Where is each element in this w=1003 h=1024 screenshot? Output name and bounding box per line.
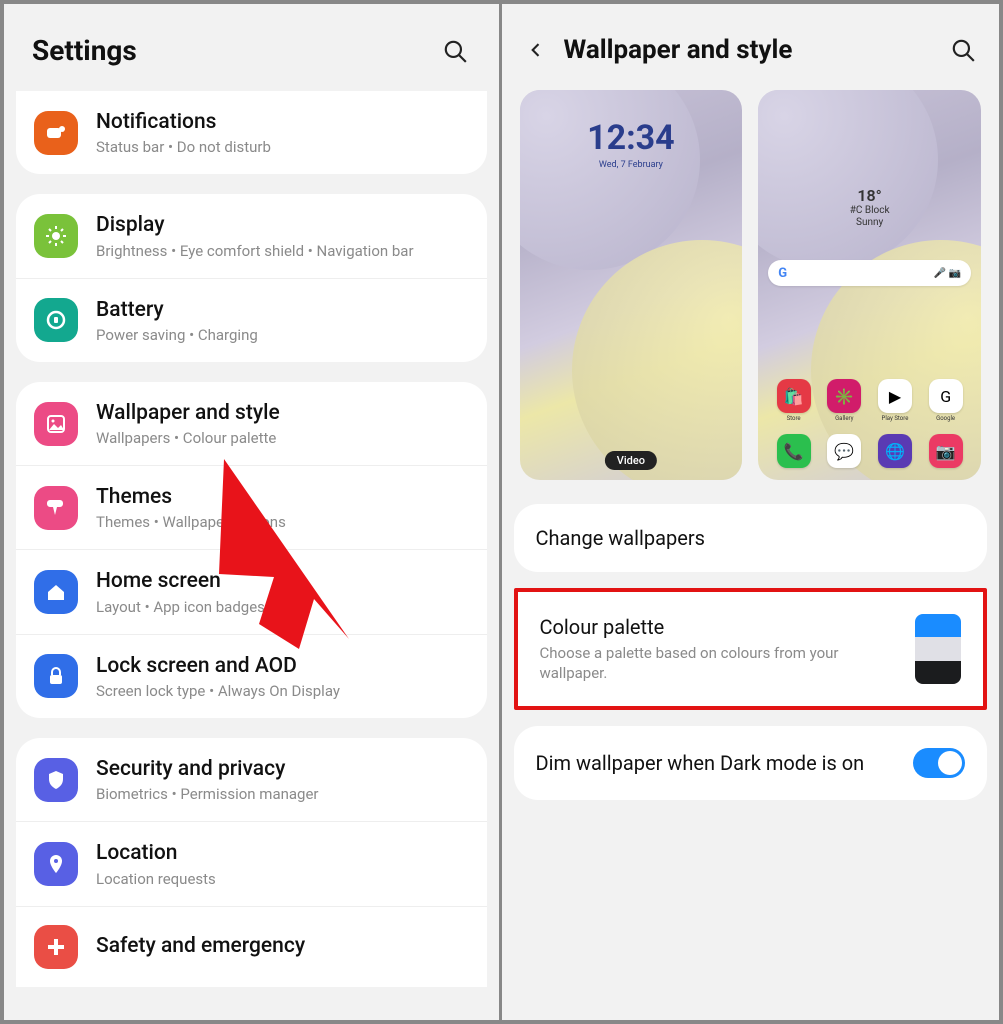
- search-button[interactable]: [947, 34, 979, 66]
- lock-icon: [34, 654, 78, 698]
- wallpaper-previews: 12:34 Wed, 7 February Video 18° #C Block…: [502, 90, 1000, 504]
- back-button[interactable]: [522, 36, 550, 64]
- option-title: Change wallpapers: [536, 526, 966, 550]
- lock-time: 12:34: [520, 118, 743, 158]
- page-title: Wallpaper and style: [564, 35, 934, 65]
- settings-row-location[interactable]: Location Location requests: [16, 821, 487, 905]
- row-title: Themes: [96, 484, 286, 511]
- lock-screen-preview[interactable]: 12:34 Wed, 7 February Video: [520, 90, 743, 480]
- settings-row-home[interactable]: Home screen Layout • App icon badges: [16, 549, 487, 633]
- row-title: Display: [96, 212, 414, 239]
- search-icon: [950, 37, 976, 63]
- settings-title: Settings: [32, 34, 137, 67]
- shield-icon: [34, 758, 78, 802]
- chevron-left-icon: [526, 40, 546, 60]
- app-icon: 🌐: [878, 434, 912, 468]
- row-title: Battery: [96, 297, 258, 324]
- battery-icon: [34, 298, 78, 342]
- settings-row-display[interactable]: Display Brightness • Eye comfort shield …: [16, 194, 487, 277]
- video-label: Video: [605, 451, 657, 470]
- row-subtitle: Power saving • Charging: [96, 326, 258, 344]
- row-subtitle: Wallpapers • Colour palette: [96, 429, 280, 447]
- dim-wallpaper-option[interactable]: Dim wallpaper when Dark mode is on: [514, 726, 988, 800]
- weather-widget: 18° #C Block Sunny: [850, 186, 890, 229]
- row-subtitle: Brightness • Eye comfort shield • Naviga…: [96, 242, 414, 260]
- row-title: Safety and emergency: [96, 933, 305, 960]
- app-icon: 💬: [827, 434, 861, 468]
- google-logo-icon: G: [778, 266, 787, 281]
- wallpaper-icon: [34, 402, 78, 446]
- settings-row-lock[interactable]: Lock screen and AOD Screen lock type • A…: [16, 634, 487, 718]
- home-icon: [34, 570, 78, 614]
- app-icon: 📷: [929, 434, 963, 468]
- settings-group: Wallpaper and style Wallpapers • Colour …: [16, 382, 487, 718]
- search-button[interactable]: [439, 35, 471, 67]
- google-search-bar: G 🎤 📷: [768, 260, 971, 286]
- palette-swatch-icon: [915, 614, 961, 684]
- app-icon: 📞: [777, 434, 811, 468]
- row-subtitle: Layout • App icon badges: [96, 598, 265, 616]
- display-icon: [34, 214, 78, 258]
- search-icon: [442, 38, 468, 64]
- settings-group: Notifications Status bar • Do not distur…: [16, 91, 487, 174]
- change-wallpapers-option[interactable]: Change wallpapers: [514, 504, 988, 572]
- safety-icon: [34, 925, 78, 969]
- settings-row-wallpaper[interactable]: Wallpaper and style Wallpapers • Colour …: [16, 382, 487, 465]
- app-icon: G: [929, 379, 963, 413]
- dim-toggle[interactable]: [913, 748, 965, 778]
- row-title: Notifications: [96, 109, 271, 136]
- row-title: Security and privacy: [96, 756, 319, 783]
- row-subtitle: Screen lock type • Always On Display: [96, 682, 340, 700]
- themes-icon: [34, 486, 78, 530]
- lock-date: Wed, 7 February: [520, 160, 743, 170]
- row-subtitle: Status bar • Do not disturb: [96, 138, 271, 156]
- row-subtitle: Biometrics • Permission manager: [96, 785, 319, 803]
- row-subtitle: Themes • Wallpapers • Icons: [96, 513, 286, 531]
- row-title: Location: [96, 840, 216, 867]
- wallpaper-options: Change wallpapers Colour palette Choose …: [502, 504, 1000, 800]
- option-subtitle: Choose a palette based on colours from y…: [540, 643, 902, 684]
- wallpaper-header: Wallpaper and style: [502, 4, 1000, 90]
- colour-palette-option[interactable]: Colour palette Choose a palette based on…: [514, 588, 988, 710]
- app-row: 🛍️Store✳️Gallery▶Play StoreGGoogle: [758, 379, 981, 422]
- option-title: Dim wallpaper when Dark mode is on: [536, 751, 914, 775]
- settings-row-safety[interactable]: Safety and emergency: [16, 906, 487, 987]
- settings-panel: Settings Notifications Status bar • Do n…: [4, 4, 502, 1020]
- home-screen-preview[interactable]: 18° #C Block Sunny G 🎤 📷 🛍️Store✳️Galler…: [758, 90, 981, 480]
- location-icon: [34, 842, 78, 886]
- app-icon: ✳️: [827, 379, 861, 413]
- app-icon: 🛍️: [777, 379, 811, 413]
- dock-row: 📞 💬 🌐 📷: [758, 434, 981, 468]
- option-title: Colour palette: [540, 615, 902, 639]
- row-subtitle: Location requests: [96, 870, 216, 888]
- notifications-icon: [34, 111, 78, 155]
- settings-group: Security and privacy Biometrics • Permis…: [16, 738, 487, 987]
- row-title: Home screen: [96, 568, 265, 595]
- settings-row-themes[interactable]: Themes Themes • Wallpapers • Icons: [16, 465, 487, 549]
- settings-row-security[interactable]: Security and privacy Biometrics • Permis…: [16, 738, 487, 821]
- wallpaper-style-panel: Wallpaper and style 12:34 Wed, 7 Februar…: [502, 4, 1000, 1020]
- row-title: Wallpaper and style: [96, 400, 280, 427]
- app-icon: ▶: [878, 379, 912, 413]
- settings-row-notifications[interactable]: Notifications Status bar • Do not distur…: [16, 91, 487, 174]
- settings-group: Display Brightness • Eye comfort shield …: [16, 194, 487, 362]
- row-title: Lock screen and AOD: [96, 653, 340, 680]
- settings-row-battery[interactable]: Battery Power saving • Charging: [16, 278, 487, 362]
- settings-header: Settings: [4, 4, 499, 91]
